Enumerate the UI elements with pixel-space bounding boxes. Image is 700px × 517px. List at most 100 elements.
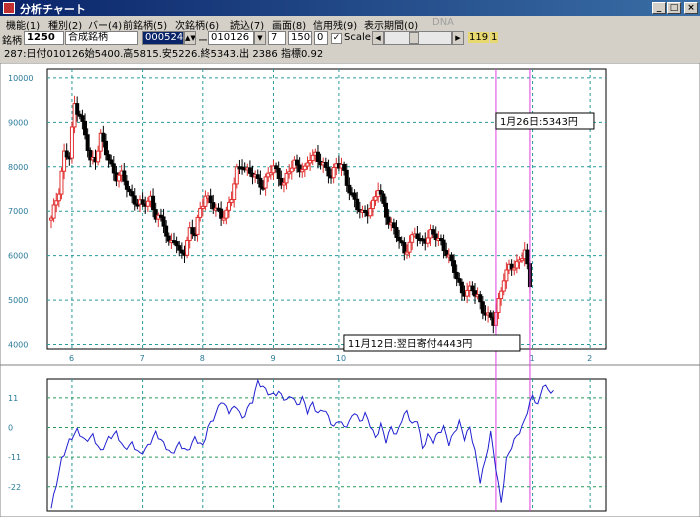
indicator-y-tick-label: 0 bbox=[8, 423, 13, 432]
candle-body bbox=[441, 239, 446, 252]
candle-body bbox=[323, 161, 328, 168]
candle-body bbox=[310, 154, 315, 162]
step-value: 1 bbox=[490, 32, 499, 43]
param-c-field[interactable]: 0 bbox=[314, 31, 328, 45]
stock-name-field[interactable]: 合成銘柄 bbox=[65, 31, 138, 45]
menu-item-function[interactable]: 機能(1) bbox=[6, 17, 40, 32]
maximize-button[interactable]: □ bbox=[667, 2, 681, 14]
candle-body bbox=[208, 195, 213, 204]
candle-body bbox=[247, 167, 252, 174]
scale-label: Scale bbox=[344, 32, 371, 43]
candle-body bbox=[83, 120, 88, 136]
date-from-spinner[interactable]: ▲▼ bbox=[184, 31, 196, 45]
candle-body bbox=[51, 204, 56, 219]
candle-body bbox=[106, 154, 111, 161]
app-icon bbox=[3, 2, 15, 14]
price-y-tick-label: 10000 bbox=[8, 74, 33, 83]
candle-body bbox=[373, 196, 378, 201]
price-y-tick-label: 8000 bbox=[8, 163, 28, 172]
candle-body bbox=[370, 199, 375, 210]
menu-item-margin[interactable]: 信用残(9) bbox=[313, 17, 357, 32]
x-tick-label: 6 bbox=[69, 354, 74, 363]
candle-body bbox=[164, 225, 169, 237]
candle-body bbox=[470, 285, 475, 292]
toolbar: 銘柄 1250 合成銘柄 000524 ▲▼ ー 010126 ▼ 7 150 0… bbox=[0, 31, 700, 47]
candle-body bbox=[75, 103, 80, 115]
candle-body bbox=[459, 281, 464, 294]
candle-body bbox=[96, 150, 101, 163]
info-line: 287:日付010126始5400.高5815.安5226.終5343.出 23… bbox=[0, 48, 700, 63]
code-label: 銘柄 bbox=[2, 36, 22, 47]
scroll-right-button[interactable]: ▶ bbox=[452, 31, 464, 45]
candle-body bbox=[347, 184, 352, 194]
candle-body bbox=[85, 134, 90, 151]
candle-body bbox=[284, 172, 289, 184]
stock-code-field[interactable]: 1250 bbox=[24, 31, 64, 45]
candle-body bbox=[478, 294, 483, 303]
candle-body bbox=[195, 216, 200, 235]
candle-body bbox=[381, 193, 386, 204]
candle-body bbox=[326, 166, 331, 177]
date-to-dropdown[interactable]: ▼ bbox=[254, 31, 266, 45]
price-y-tick-label: 4000 bbox=[8, 341, 28, 350]
candle-body bbox=[198, 208, 203, 218]
candle-body bbox=[109, 159, 114, 165]
candle-body bbox=[452, 260, 457, 273]
param-b-field[interactable]: 1500 bbox=[288, 31, 312, 45]
indicator-y-tick-label: -11 bbox=[8, 453, 21, 462]
date-from-field[interactable]: 000524 bbox=[142, 31, 184, 45]
x-tick-label: 8 bbox=[200, 354, 205, 363]
candle-body bbox=[302, 165, 307, 171]
indicator-panel bbox=[46, 378, 607, 512]
menu-bar: 機能(1) 種別(2) バー(4) 前銘柄(5) 次銘柄(6) 読込(7) 画面… bbox=[0, 16, 700, 32]
candle-body bbox=[59, 170, 64, 195]
chart-area[interactable]: 4000 5000 6000 7000 8000 9000 10000 6 7 8 9 10 1 2 1月2… bbox=[0, 62, 700, 517]
date-dash: ー bbox=[198, 36, 208, 47]
price-panel bbox=[46, 68, 607, 350]
date-to-field[interactable]: 010126 bbox=[208, 31, 254, 45]
candle-body bbox=[224, 209, 229, 219]
scale-slider[interactable] bbox=[384, 31, 452, 45]
candle-body bbox=[255, 174, 260, 179]
candle-body bbox=[315, 151, 320, 162]
candle-body bbox=[226, 202, 231, 211]
menu-item-load[interactable]: 読込(7) bbox=[230, 17, 264, 32]
candle-body bbox=[122, 170, 127, 182]
candle-body bbox=[276, 168, 281, 179]
candle-body bbox=[402, 242, 407, 254]
annotation-text: 11月12日:翌日寄付4443円 bbox=[348, 337, 472, 350]
candle-body bbox=[80, 115, 85, 122]
candle-body bbox=[378, 190, 383, 195]
candle-body bbox=[177, 245, 182, 251]
candle-body bbox=[64, 150, 69, 158]
chart-svg[interactable]: 400050006000700080009000100006 7 8 9 10 1 21月2… bbox=[0, 62, 700, 517]
candle-body bbox=[117, 174, 122, 182]
scroll-left-button[interactable]: ◀ bbox=[372, 31, 384, 45]
candle-body bbox=[101, 132, 106, 142]
indicator-y-tick-label: -22 bbox=[8, 483, 21, 492]
candle-body bbox=[295, 159, 300, 166]
candle-body bbox=[525, 249, 530, 265]
x-tick-label: 10 bbox=[336, 354, 346, 363]
candle-body bbox=[368, 208, 373, 217]
candle-body bbox=[344, 169, 349, 186]
candle-body bbox=[103, 140, 108, 156]
menu-item-period[interactable]: 表示期間(0) bbox=[364, 17, 418, 32]
scale-checkbox[interactable]: ✓ bbox=[331, 33, 342, 44]
candle-body bbox=[355, 198, 360, 211]
menu-item-next-stock[interactable]: 次銘柄(6) bbox=[175, 17, 219, 32]
menu-item-type[interactable]: 種別(2) bbox=[48, 17, 82, 32]
menu-item-prev-stock[interactable]: 前銘柄(5) bbox=[123, 17, 167, 32]
menu-item-screen[interactable]: 画面(8) bbox=[272, 17, 306, 32]
menu-item-bar[interactable]: バー(4) bbox=[88, 17, 122, 32]
candle-body bbox=[499, 290, 504, 300]
param-a-field[interactable]: 7 bbox=[268, 31, 286, 45]
close-button[interactable]: × bbox=[684, 2, 698, 14]
scale-slider-thumb[interactable] bbox=[409, 32, 419, 44]
candle-body bbox=[219, 208, 224, 219]
x-tick-label: 9 bbox=[270, 354, 275, 363]
candle-body bbox=[263, 176, 268, 189]
candle-body bbox=[449, 254, 454, 262]
candle-body bbox=[111, 163, 116, 174]
minimize-button[interactable]: _ bbox=[652, 2, 666, 14]
